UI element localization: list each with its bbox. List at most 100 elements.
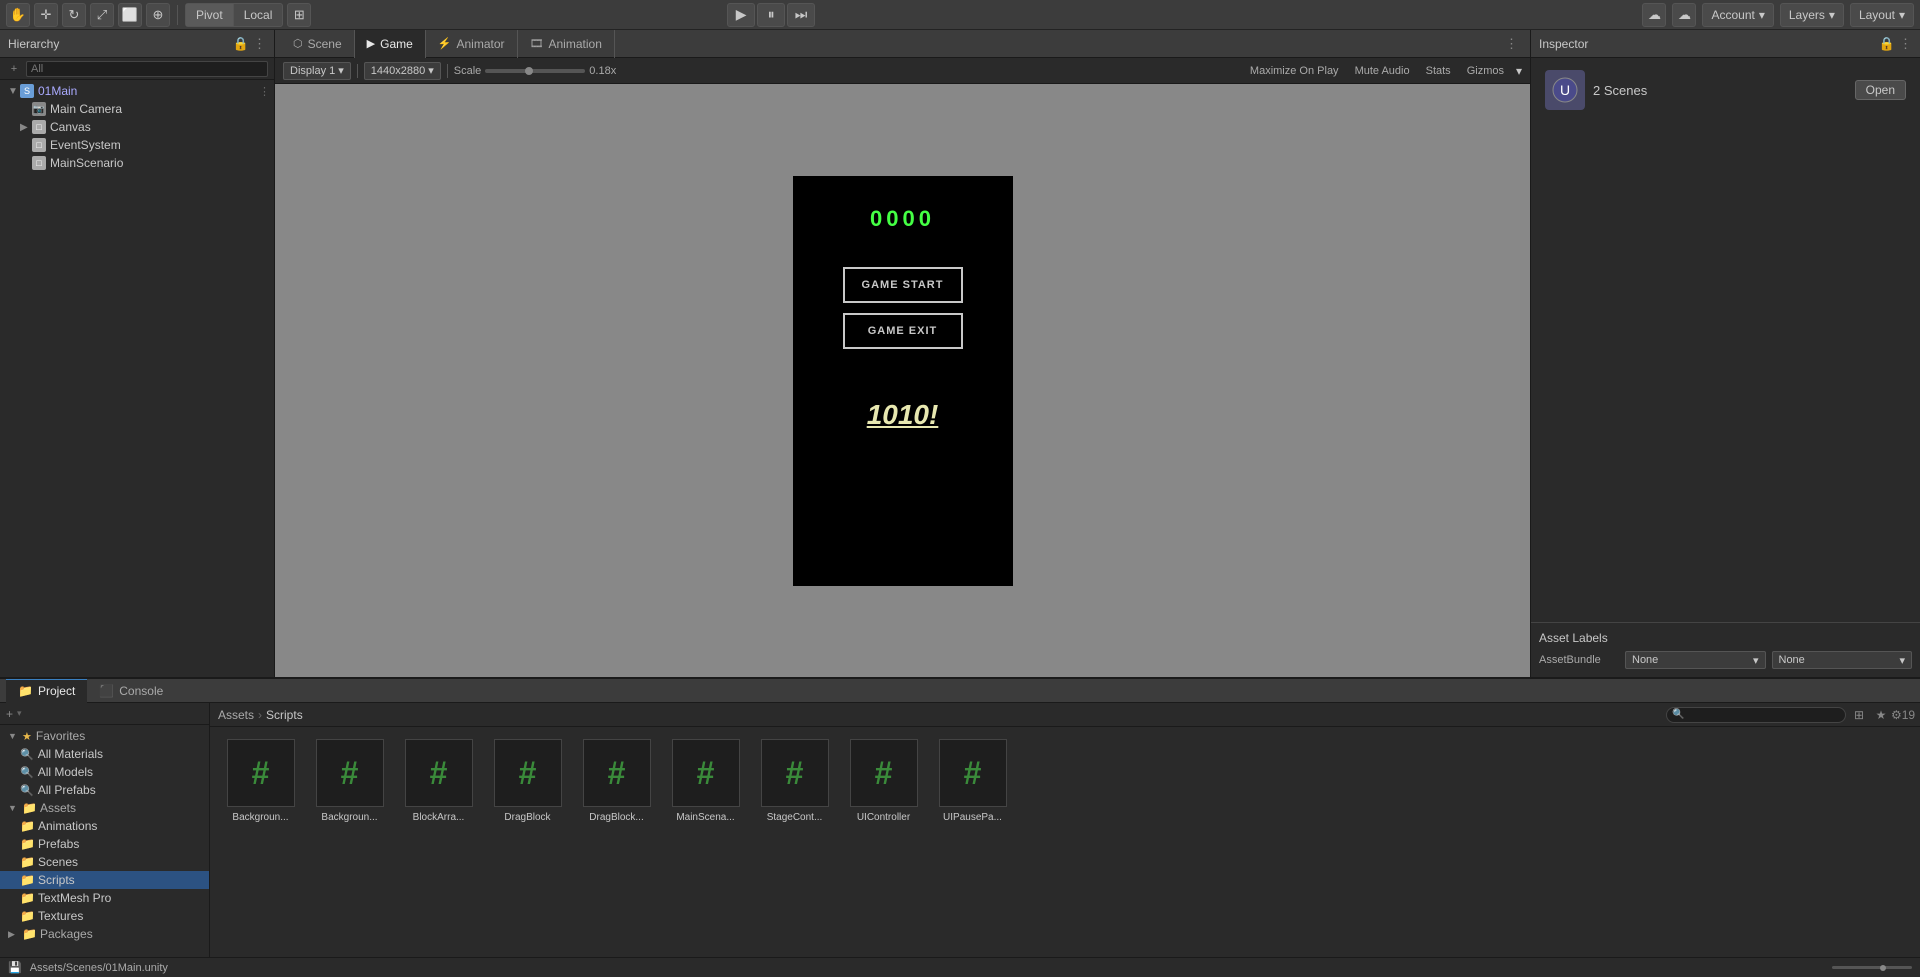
- game-start-btn[interactable]: GAME START: [843, 267, 963, 303]
- proj-scripts[interactable]: 📁 Scripts: [0, 871, 209, 889]
- proj-textures[interactable]: 📁 Textures: [0, 907, 209, 925]
- pause-btn[interactable]: ⏸: [757, 3, 785, 27]
- asset-item[interactable]: # BlockArra...: [396, 735, 481, 828]
- stats-btn[interactable]: Stats: [1422, 64, 1455, 78]
- tab-project[interactable]: 📁 Project: [6, 679, 87, 703]
- game-canvas: 0000 GAME START GAME EXIT 1010!: [793, 176, 1013, 586]
- local-btn[interactable]: Local: [234, 4, 283, 26]
- all-prefabs-label: All Prefabs: [38, 783, 96, 797]
- asset-item[interactable]: # Backgroun...: [218, 735, 303, 828]
- asset-bundle-dropdown[interactable]: None ▾: [1625, 651, 1766, 669]
- hierarchy-add-btn[interactable]: +: [6, 61, 22, 77]
- collab-icon[interactable]: ☁: [1642, 3, 1666, 27]
- game-view: 0000 GAME START GAME EXIT 1010!: [275, 84, 1530, 677]
- asset-item[interactable]: # MainScena...: [663, 735, 748, 828]
- proj-favorites[interactable]: ▼ ★ Favorites: [0, 727, 209, 745]
- rect-tool-btn[interactable]: ⬜: [118, 3, 142, 27]
- proj-textmesh[interactable]: 📁 TextMesh Pro: [0, 889, 209, 907]
- scale-control: Scale 0.18x: [454, 65, 616, 77]
- rotate-tool-btn[interactable]: ↻: [62, 3, 86, 27]
- play-btn[interactable]: ▶: [727, 3, 755, 27]
- services-icon[interactable]: ☁: [1672, 3, 1696, 27]
- asset-bundle-variant-dropdown[interactable]: None ▾: [1772, 651, 1913, 669]
- scale-label: Scale: [454, 65, 482, 77]
- hierarchy-header-icons: 🔒 ⋮: [233, 36, 266, 52]
- project-sidebar: + ▾ ▼ ★ Favorites 🔍 All Materials 🔍 All …: [0, 703, 210, 957]
- hierarchy-search[interactable]: [26, 61, 268, 77]
- open-btn[interactable]: Open: [1855, 80, 1906, 100]
- asset-labels-title: Asset Labels: [1539, 631, 1912, 645]
- maximize-btn[interactable]: Maximize On Play: [1246, 64, 1343, 78]
- 01main-more-icon[interactable]: ⋮: [259, 85, 270, 98]
- project-search-input[interactable]: [1666, 707, 1846, 723]
- hier-item-main-camera[interactable]: 📷 Main Camera: [0, 100, 274, 118]
- transform-tool-btn[interactable]: ⊕: [146, 3, 170, 27]
- proj-packages[interactable]: ▶ 📁 Packages: [0, 925, 209, 943]
- grid-view-icon[interactable]: ⊞: [1850, 706, 1868, 724]
- hierarchy-more-icon[interactable]: ⋮: [253, 36, 266, 52]
- tab-console[interactable]: ⬛ Console: [87, 679, 175, 703]
- proj-animations[interactable]: 📁 Animations: [0, 817, 209, 835]
- proj-prefabs[interactable]: 📁 Prefabs: [0, 835, 209, 853]
- inspector-lock-icon[interactable]: 🔒: [1879, 36, 1895, 52]
- hand-tool-btn[interactable]: ✋: [6, 3, 30, 27]
- eventsystem-icon: □: [32, 138, 46, 152]
- proj-assets[interactable]: ▼ 📁 Assets: [0, 799, 209, 817]
- favorites-arrow: ▼: [8, 731, 18, 741]
- proj-all-materials[interactable]: 🔍 All Materials: [0, 745, 209, 763]
- center-tab-bar: ⬡ Scene ▶ Game ⚡ Animator 🎞 Animation ⋮: [275, 30, 1530, 58]
- main-area: Hierarchy 🔒 ⋮ + ▼ S 01Main ⋮ 📷 Main Came…: [0, 30, 1920, 677]
- asset-item[interactable]: # DragBlock: [485, 735, 570, 828]
- pivot-btn[interactable]: Pivot: [186, 4, 234, 26]
- scale-tool-btn[interactable]: ⤢: [90, 3, 114, 27]
- hierarchy-lock-icon[interactable]: 🔒: [233, 36, 249, 52]
- inspector-panel: Inspector 🔒 ⋮ U 2 Scenes Open Asset Labe…: [1530, 30, 1920, 677]
- asset-item[interactable]: # DragBlock...: [574, 735, 659, 828]
- proj-all-prefabs[interactable]: 🔍 All Prefabs: [0, 781, 209, 799]
- tab-animator[interactable]: ⚡ Animator: [426, 30, 518, 58]
- account-dropdown[interactable]: Account ▾: [1702, 3, 1773, 27]
- inspector-more-icon[interactable]: ⋮: [1899, 36, 1912, 52]
- bottom-content: + ▾ ▼ ★ Favorites 🔍 All Materials 🔍 All …: [0, 703, 1920, 957]
- layout-dropdown[interactable]: Layout ▾: [1850, 3, 1914, 27]
- status-zoom-slider[interactable]: [1832, 966, 1912, 969]
- move-tool-btn[interactable]: ✛: [34, 3, 58, 27]
- asset-item[interactable]: # StageCont...: [752, 735, 837, 828]
- extra-tool-btn[interactable]: ⊞: [287, 3, 311, 27]
- assets-label: Assets: [40, 801, 76, 815]
- asset-name: DragBlock: [504, 811, 550, 824]
- asset-bundle-chevron-icon: ▾: [1753, 654, 1759, 667]
- asset-item[interactable]: # UIPausePa...: [930, 735, 1015, 828]
- step-btn[interactable]: ⏭: [787, 3, 815, 27]
- scale-slider[interactable]: [485, 69, 585, 73]
- hier-item-mainscenario[interactable]: □ MainScenario: [0, 154, 274, 172]
- star-filter-icon[interactable]: ★: [1872, 706, 1890, 724]
- game-exit-btn[interactable]: GAME EXIT: [843, 313, 963, 349]
- hier-item-01main[interactable]: ▼ S 01Main ⋮: [0, 82, 274, 100]
- tab-more-icon[interactable]: ⋮: [1499, 36, 1524, 52]
- breadcrumb-child[interactable]: Scripts: [266, 708, 303, 722]
- asset-name: UIPausePa...: [943, 811, 1002, 824]
- scripts-label: Scripts: [38, 873, 75, 887]
- proj-all-models[interactable]: 🔍 All Models: [0, 763, 209, 781]
- layers-dropdown[interactable]: Layers ▾: [1780, 3, 1844, 27]
- asset-item[interactable]: # Backgroun...: [307, 735, 392, 828]
- project-add-btn[interactable]: +: [6, 707, 13, 721]
- resolution-dropdown[interactable]: 1440x2880 ▾: [364, 62, 441, 80]
- mute-btn[interactable]: Mute Audio: [1351, 64, 1414, 78]
- status-zoom-thumb: [1880, 965, 1886, 971]
- eventsystem-label: EventSystem: [50, 138, 121, 152]
- status-right: [1832, 966, 1912, 969]
- asset-icon: #: [405, 739, 473, 807]
- tab-game[interactable]: ▶ Game: [355, 30, 426, 58]
- hier-item-eventsystem[interactable]: □ EventSystem: [0, 136, 274, 154]
- asset-item[interactable]: # UIController: [841, 735, 926, 828]
- hier-item-canvas[interactable]: ▶ □ Canvas: [0, 118, 274, 136]
- proj-scenes[interactable]: 📁 Scenes: [0, 853, 209, 871]
- gizmos-btn[interactable]: Gizmos: [1463, 64, 1508, 78]
- tab-animation[interactable]: 🎞 Animation: [518, 30, 615, 58]
- favorites-label: Favorites: [36, 729, 85, 743]
- display-dropdown[interactable]: Display 1 ▾: [283, 62, 351, 80]
- tab-scene[interactable]: ⬡ Scene: [281, 30, 355, 58]
- breadcrumb-root[interactable]: Assets: [218, 708, 254, 722]
